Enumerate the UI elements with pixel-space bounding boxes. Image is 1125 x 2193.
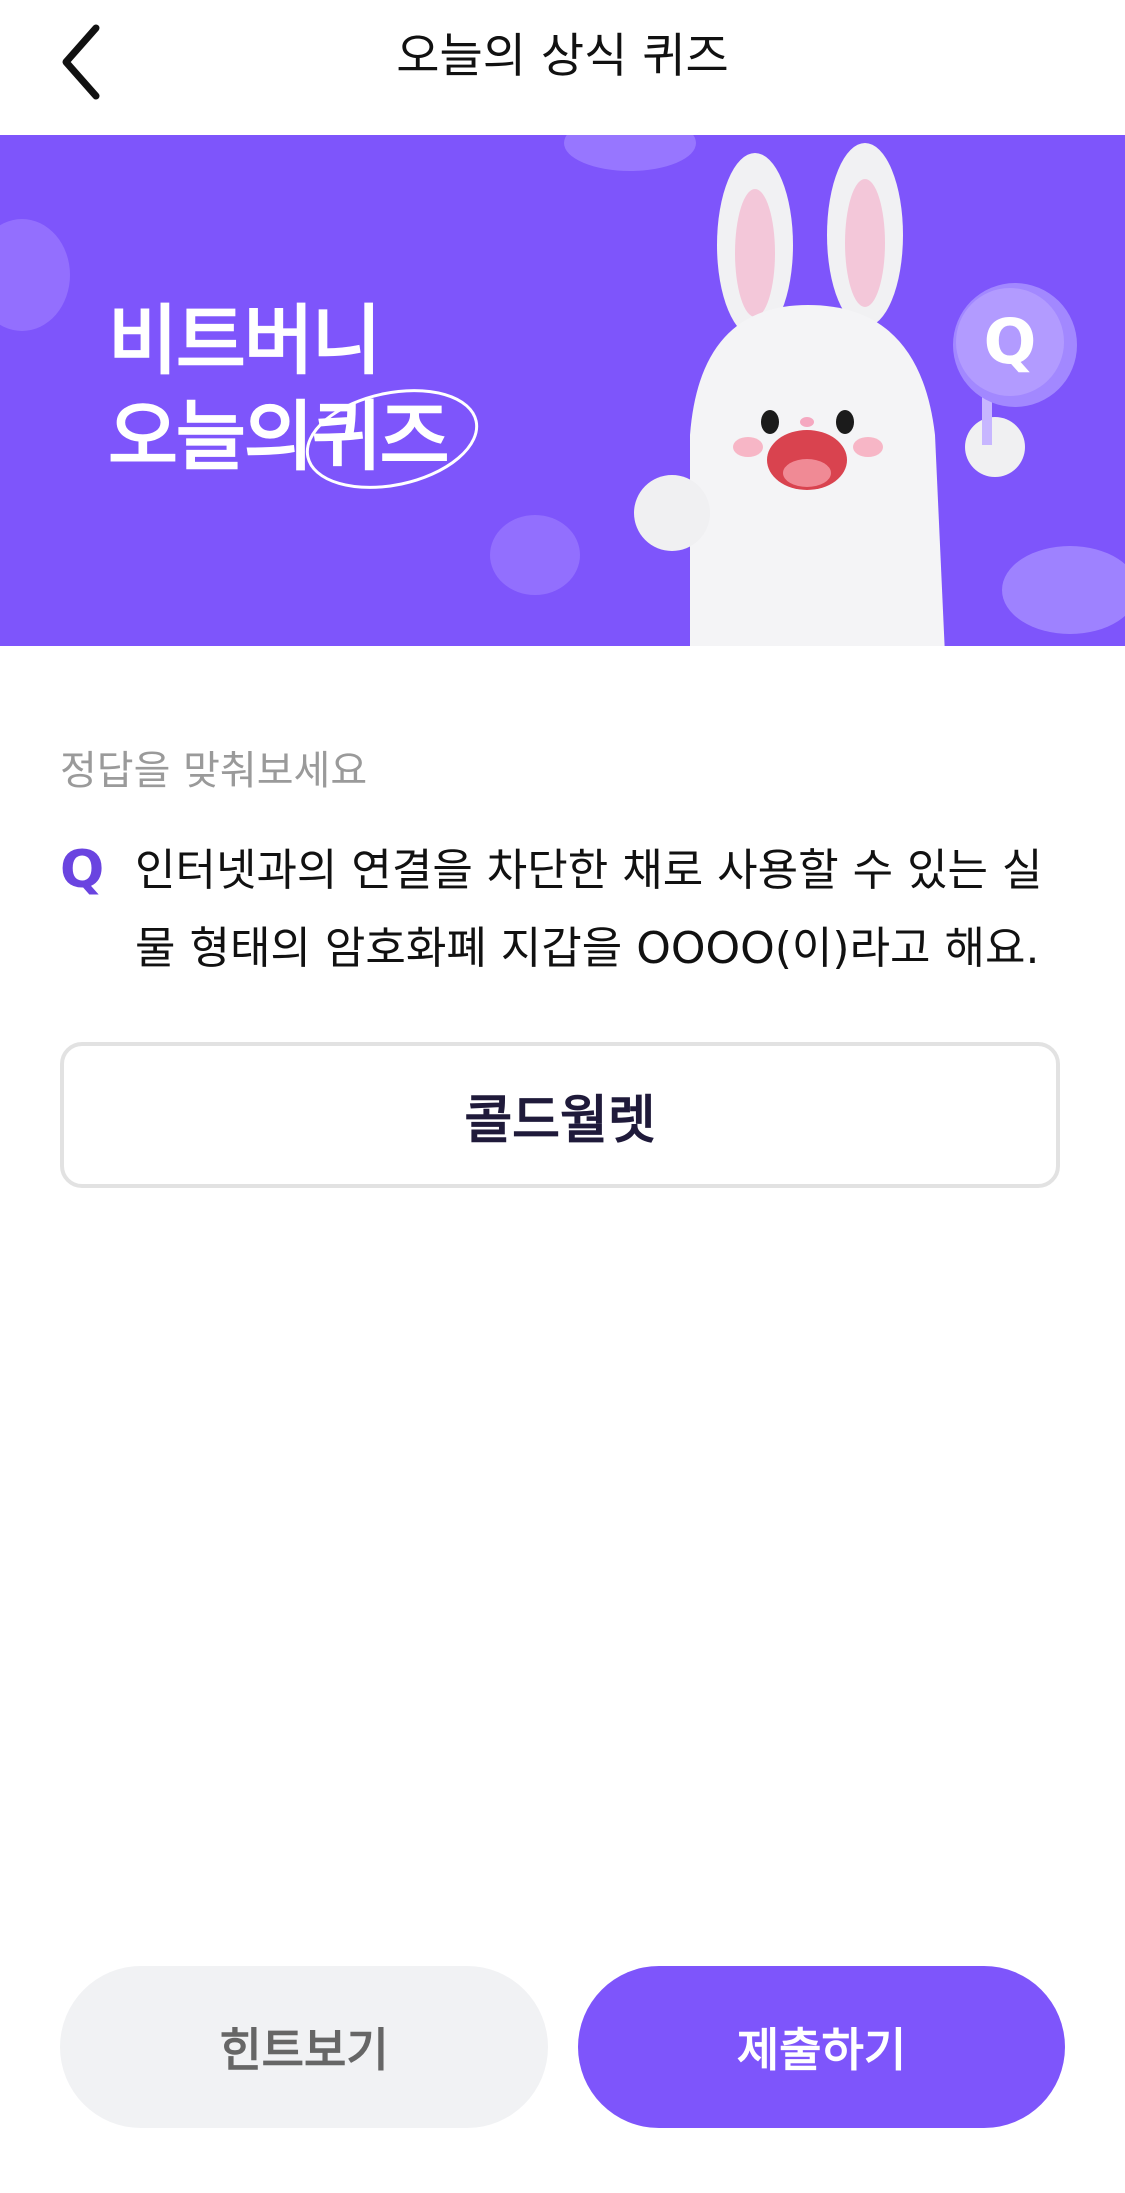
banner-title-line1: 비트버니 xyxy=(108,296,382,385)
circle-highlight-icon xyxy=(305,389,478,489)
q-badge-text: Q xyxy=(984,305,1037,378)
question-label: Q xyxy=(60,840,105,900)
hint-button[interactable]: 힌트보기 xyxy=(60,1966,548,2128)
banner-title-line2-prefix: 오늘의 xyxy=(108,392,314,481)
instruction-text: 정답을 맞춰보세요 xyxy=(60,748,368,794)
banner-title: 비트버니 오늘의 퀴즈 xyxy=(108,293,478,489)
submit-button[interactable]: 제출하기 xyxy=(578,1966,1065,2128)
banner-title-highlight-wrap: 퀴즈 xyxy=(305,389,478,489)
answer-input[interactable]: 콜드월렛 xyxy=(60,1042,1060,1188)
page-title: 오늘의 상식 퀴즈 xyxy=(396,29,729,84)
quiz-banner: Q 비트버니 오늘의 퀴즈 xyxy=(0,135,1125,646)
question-text: 인터넷과의 연결을 차단한 채로 사용할 수 있는 실물 형태의 암호화폐 지갑… xyxy=(135,845,1043,974)
top-bar: 오늘의 상식 퀴즈 xyxy=(0,0,1125,135)
